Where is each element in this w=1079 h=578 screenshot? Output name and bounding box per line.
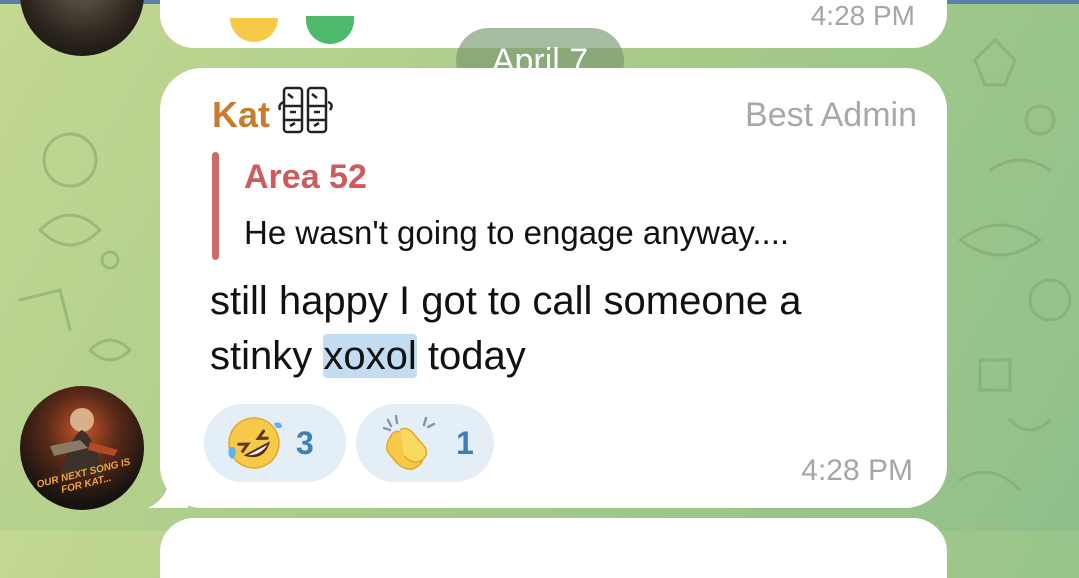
reaction-count: 3 — [296, 424, 314, 461]
message-text-part: today — [416, 334, 526, 378]
reaction-chip[interactable]: 1 — [356, 404, 494, 482]
message-time: 4:28 PM — [810, 0, 915, 31]
reaction-emoji-icon — [230, 18, 278, 42]
message-bubble[interactable]: Kat Best Admin Area 52 He wasn't going t… — [160, 68, 947, 508]
reply-quote[interactable]: Area 52 He wasn't going to engage anyway… — [212, 152, 912, 264]
rolling-on-floor-laughing-icon — [228, 417, 282, 469]
highlighted-word: xoxol — [323, 334, 417, 378]
reply-author: Area 52 — [244, 158, 367, 196]
reaction-chip[interactable]: 3 — [204, 404, 346, 482]
reaction-emoji-icon — [306, 16, 354, 44]
admin-badge: Best Admin — [745, 96, 917, 134]
sender-name[interactable]: Kat — [212, 94, 270, 136]
message-text: still happy I got to call someone a stin… — [210, 274, 910, 384]
reply-bar — [212, 152, 219, 260]
next-message-bubble[interactable] — [160, 518, 947, 578]
reaction-count: 1 — [456, 424, 474, 461]
ice-cube-emoji-icon — [278, 86, 333, 134]
avatar[interactable] — [20, 0, 144, 56]
clapping-hands-icon — [382, 414, 436, 470]
message-time: 4:28 PM — [801, 454, 913, 487]
avatar[interactable]: OUR NEXT SONG IS FOR KAT... — [20, 386, 144, 510]
reply-text: He wasn't going to engage anyway.... — [244, 214, 790, 251]
